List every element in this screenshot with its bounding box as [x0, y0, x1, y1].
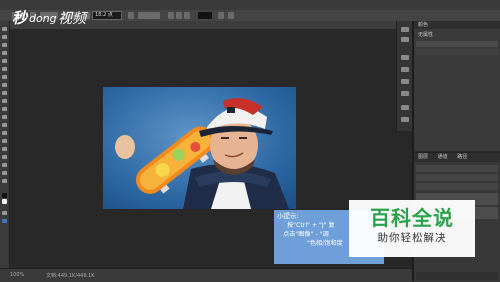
- svg-text:秒: 秒: [12, 9, 29, 27]
- screen-mode-icon[interactable]: [2, 219, 7, 223]
- blend-mode-row[interactable]: [416, 174, 498, 181]
- type-tool-icon[interactable]: [2, 147, 7, 151]
- character-panel-icon[interactable]: [228, 12, 234, 19]
- tab-paths[interactable]: 路径: [457, 154, 467, 160]
- eraser-tool-icon[interactable]: [2, 107, 7, 111]
- crop-tool-icon[interactable]: [2, 59, 7, 63]
- path-select-tool-icon[interactable]: [2, 155, 7, 159]
- paragraph-panel-icon[interactable]: [401, 91, 409, 96]
- background-color-swatch[interactable]: [2, 199, 7, 204]
- properties-panel: 颜色 无属性: [414, 21, 500, 151]
- history-panel-icon[interactable]: [401, 27, 409, 32]
- quick-select-tool-icon[interactable]: [2, 51, 7, 55]
- foreground-color-swatch[interactable]: [2, 193, 7, 198]
- history-brush-tool-icon[interactable]: [2, 99, 7, 103]
- align-center-icon[interactable]: [176, 12, 182, 19]
- brush-tool-icon[interactable]: [2, 83, 7, 87]
- properties-panel-icon[interactable]: [401, 37, 409, 42]
- shape-tool-icon[interactable]: [2, 163, 7, 167]
- layer-filter-row[interactable]: [416, 165, 498, 172]
- clone-stamp-tool-icon[interactable]: [2, 91, 7, 95]
- text-color-swatch[interactable]: [198, 12, 212, 19]
- panel-icon-column: [396, 21, 413, 131]
- gradient-tool-icon[interactable]: [2, 115, 7, 119]
- adjustments-panel-icon[interactable]: [401, 117, 409, 122]
- panel-tab-label[interactable]: 颜色: [414, 21, 500, 29]
- eyedropper-tool-icon[interactable]: [2, 67, 7, 71]
- panel-row: [416, 41, 498, 47]
- character-panel-icon[interactable]: [401, 79, 409, 84]
- panel-row: [416, 49, 498, 55]
- marquee-tool-icon[interactable]: [2, 35, 7, 39]
- svg-text:视频: 视频: [58, 11, 89, 27]
- tool-presets-panel-icon[interactable]: [401, 105, 409, 110]
- lasso-tool-icon[interactable]: [2, 43, 7, 47]
- blur-tool-icon[interactable]: [2, 123, 7, 127]
- layers-panel-tabs: 图层 通道 路径: [414, 153, 500, 162]
- document-photo[interactable]: [103, 87, 296, 209]
- warp-text-icon[interactable]: [218, 12, 224, 19]
- pen-tool-icon[interactable]: [2, 139, 7, 143]
- align-left-icon[interactable]: [168, 12, 174, 19]
- watermark-title: 百科全说: [370, 206, 454, 230]
- zoom-tool-icon[interactable]: [2, 179, 7, 183]
- panel-item-label: 无属性: [418, 32, 434, 38]
- tab-layers[interactable]: 图层: [418, 154, 428, 160]
- quick-mask-icon[interactable]: [2, 211, 7, 215]
- anti-alias-icon: [128, 12, 134, 19]
- font-size-field[interactable]: 18.2 点: [92, 11, 122, 20]
- anti-alias-select[interactable]: [138, 12, 160, 19]
- align-right-icon[interactable]: [184, 12, 190, 19]
- watermark-box: 百科全说 助你轻松解决: [349, 200, 475, 257]
- watermark-subtitle: 助你轻松解决: [377, 232, 447, 244]
- zoom-level[interactable]: 100%: [10, 272, 24, 278]
- tab-channels[interactable]: 通道: [438, 154, 448, 160]
- status-bar: 100% 文档:449.1K/449.1K: [0, 268, 412, 282]
- dodge-tool-icon[interactable]: [2, 131, 7, 135]
- skateboarder-photo: [103, 87, 296, 209]
- lock-row[interactable]: [416, 183, 498, 190]
- move-tool-icon[interactable]: [2, 27, 7, 31]
- layers-footer-buttons[interactable]: [416, 272, 498, 280]
- video-logo: 秒 dong 视频: [12, 9, 89, 27]
- document-info: 文档:449.1K/449.1K: [46, 273, 95, 279]
- hand-tool-icon[interactable]: [2, 171, 7, 175]
- healing-tool-icon[interactable]: [2, 75, 7, 79]
- clone-source-panel-icon[interactable]: [401, 67, 409, 72]
- toolbox: [0, 21, 10, 271]
- brush-panel-icon[interactable]: [401, 55, 409, 60]
- svg-text:dong: dong: [29, 12, 57, 25]
